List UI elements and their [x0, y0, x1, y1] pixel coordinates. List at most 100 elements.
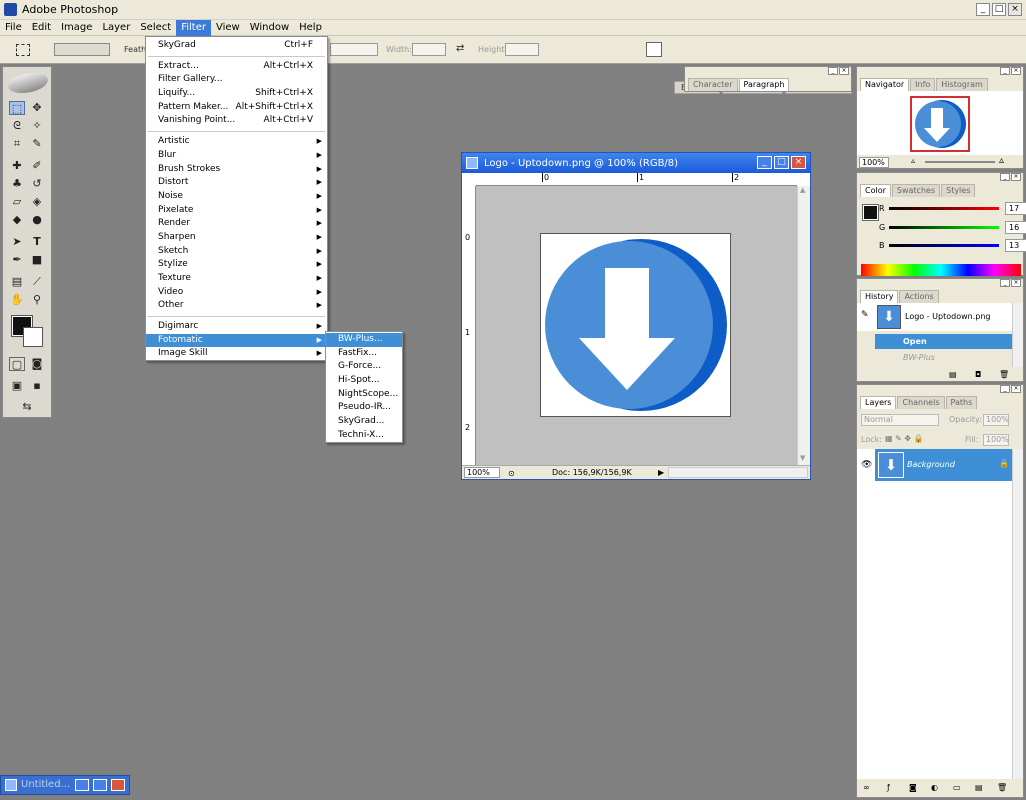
history-scrollbar[interactable]	[1012, 303, 1023, 367]
color-spectrum[interactable]	[861, 264, 1021, 276]
lock-icons[interactable]: ▦ ✎ ✥ 🔒	[885, 434, 924, 443]
menu-file[interactable]: File	[0, 20, 27, 36]
fotomatic-menu-item[interactable]: Hi-Spot...	[326, 374, 402, 388]
new-layer-icon[interactable]: ▤	[975, 783, 983, 792]
style-select[interactable]	[330, 43, 378, 56]
tab-paths[interactable]: Paths	[945, 396, 978, 409]
filter-menu-item[interactable]: Pattern Maker... Alt+Shift+Ctrl+X	[146, 101, 327, 115]
panel-min-icon[interactable]: _	[1000, 385, 1010, 393]
filter-menu-item[interactable]: Texture ▶	[146, 272, 327, 286]
navigator-preview[interactable]	[857, 91, 1023, 155]
minimized-document[interactable]: Untitled...	[0, 775, 130, 795]
filter-menu-item[interactable]: Sharpen ▶	[146, 231, 327, 245]
height-field[interactable]	[505, 43, 539, 56]
slice-tool-icon[interactable]: ✎	[29, 137, 45, 151]
history-item-open[interactable]: Open	[875, 334, 1012, 349]
fotomatic-menu-item[interactable]: FastFix...	[326, 347, 402, 361]
history-snapshot[interactable]: ✎ ⬇ Logo - Uptodown.png	[857, 303, 1012, 331]
magic-wand-icon[interactable]: ✧	[29, 119, 45, 133]
maximize-icon[interactable]	[93, 779, 107, 791]
red-value[interactable]: 17	[1005, 201, 1026, 215]
horizontal-scrollbar[interactable]	[668, 467, 808, 478]
filter-menu-item[interactable]: SkyGrad Ctrl+F	[146, 39, 327, 53]
fill-field[interactable]: 100%	[983, 434, 1009, 446]
new-group-icon[interactable]: ▭	[953, 783, 961, 792]
opacity-field[interactable]: 100%	[983, 414, 1009, 426]
marquee-preset-icon[interactable]	[16, 44, 30, 56]
filter-menu-item[interactable]: Render ▶	[146, 217, 327, 231]
link-layers-icon[interactable]: ∞	[863, 783, 870, 792]
vertical-scrollbar[interactable]: ▲ ▼	[797, 186, 810, 465]
image-canvas[interactable]	[540, 233, 731, 417]
filter-menu-item[interactable]: Vanishing Point... Alt+Ctrl+V	[146, 114, 327, 128]
filter-menu-item[interactable]: Artistic ▶	[146, 135, 327, 149]
layer-mask-icon[interactable]: ◙	[909, 783, 917, 792]
close-icon[interactable]	[111, 779, 125, 791]
background-color-swatch[interactable]	[23, 327, 43, 347]
filter-menu-item[interactable]: Sketch ▶	[146, 245, 327, 259]
eraser-tool-icon[interactable]: ▱	[9, 195, 25, 209]
dodge-tool-icon[interactable]: ●	[29, 213, 45, 227]
standard-mode-icon[interactable]: ▢	[9, 357, 25, 371]
filter-menu-item[interactable]: Fotomatic ▶	[146, 333, 327, 348]
healing-brush-icon[interactable]: ✚	[9, 159, 25, 173]
tab-paragraph[interactable]: Paragraph	[738, 78, 790, 91]
filter-menu-item[interactable]: Digimarc ▶	[146, 320, 327, 334]
status-menu-icon[interactable]: ▶	[658, 466, 664, 479]
full-screen-icon[interactable]: ▪	[29, 379, 45, 393]
filter-menu-item[interactable]: Extract... Alt+Ctrl+X	[146, 60, 327, 74]
bucket-tool-icon[interactable]: ◈	[29, 195, 45, 209]
new-document-icon[interactable]: ▤	[949, 370, 957, 379]
doc-close-button[interactable]: ×	[791, 156, 806, 169]
minimize-button[interactable]: _	[976, 3, 990, 16]
stamp-tool-icon[interactable]: ♣	[9, 177, 25, 191]
fotomatic-menu-item[interactable]: BW-Plus...	[326, 333, 402, 347]
filter-menu-item[interactable]: Distort ▶	[146, 176, 327, 190]
tab-color[interactable]: Color	[860, 184, 891, 197]
menu-select[interactable]: Select	[135, 20, 176, 36]
doc-maximize-button[interactable]: □	[774, 156, 789, 169]
path-select-icon[interactable]: ➤	[9, 235, 25, 249]
panel-min-icon[interactable]: _	[1000, 67, 1010, 75]
move-tool-icon[interactable]: ✥	[29, 101, 45, 115]
filter-menu-item[interactable]: Video ▶	[146, 286, 327, 300]
layer-row-background[interactable]: ⬇ Background 🔒	[875, 449, 1012, 481]
menu-view[interactable]: View	[211, 20, 245, 36]
blur-tool-icon[interactable]: ◆	[9, 213, 25, 227]
shape-tool-icon[interactable]: ■	[29, 253, 45, 267]
tab-history[interactable]: History	[860, 290, 899, 303]
filter-menu-item[interactable]: Filter Gallery...	[146, 73, 327, 87]
brush-tool-icon[interactable]: ✐	[29, 159, 45, 173]
blue-value[interactable]: 13	[1005, 238, 1026, 252]
menu-edit[interactable]: Edit	[27, 20, 56, 36]
new-snapshot-icon[interactable]: ◘	[975, 370, 981, 379]
eyedropper-icon[interactable]: ⟋	[29, 275, 45, 289]
filter-menu-item[interactable]: Blur ▶	[146, 149, 327, 163]
quick-mask-icon[interactable]: ◙	[29, 357, 45, 371]
menu-help[interactable]: Help	[294, 20, 327, 36]
fotomatic-menu-item[interactable]: NightScope...	[326, 388, 402, 402]
tab-info[interactable]: Info	[910, 78, 936, 91]
menu-filter[interactable]: Filter	[176, 19, 211, 36]
fotomatic-menu-item[interactable]: Techni-X...	[326, 429, 402, 443]
maximize-button[interactable]: □	[992, 3, 1006, 16]
width-field[interactable]	[412, 43, 446, 56]
layers-scrollbar[interactable]	[1012, 449, 1023, 779]
navigator-zoom-slider[interactable]	[925, 161, 995, 163]
filter-menu-item[interactable]: Brush Strokes ▶	[146, 163, 327, 177]
navigator-view-box[interactable]	[910, 96, 970, 152]
panel-close-icon[interactable]: ×	[1011, 279, 1021, 287]
eye-icon[interactable]: 👁	[861, 460, 872, 470]
fotomatic-menu-item[interactable]: G-Force...	[326, 360, 402, 374]
status-arrow-icon[interactable]: ⊙	[508, 467, 515, 480]
file-browser-icon[interactable]	[646, 42, 662, 57]
tab-layers[interactable]: Layers	[860, 396, 897, 409]
tab-swatches[interactable]: Swatches	[891, 184, 941, 197]
zoom-out-icon[interactable]: ▵	[911, 156, 915, 165]
panel-close-icon[interactable]: ×	[1011, 67, 1021, 75]
filter-menu-item[interactable]: Pixelate ▶	[146, 204, 327, 218]
panel-min-icon[interactable]: _	[1000, 173, 1010, 181]
filter-menu-item[interactable]: Noise ▶	[146, 190, 327, 204]
zoom-field[interactable]: 100%	[464, 467, 500, 478]
history-item-bwplus[interactable]: BW-Plus	[875, 350, 1012, 365]
